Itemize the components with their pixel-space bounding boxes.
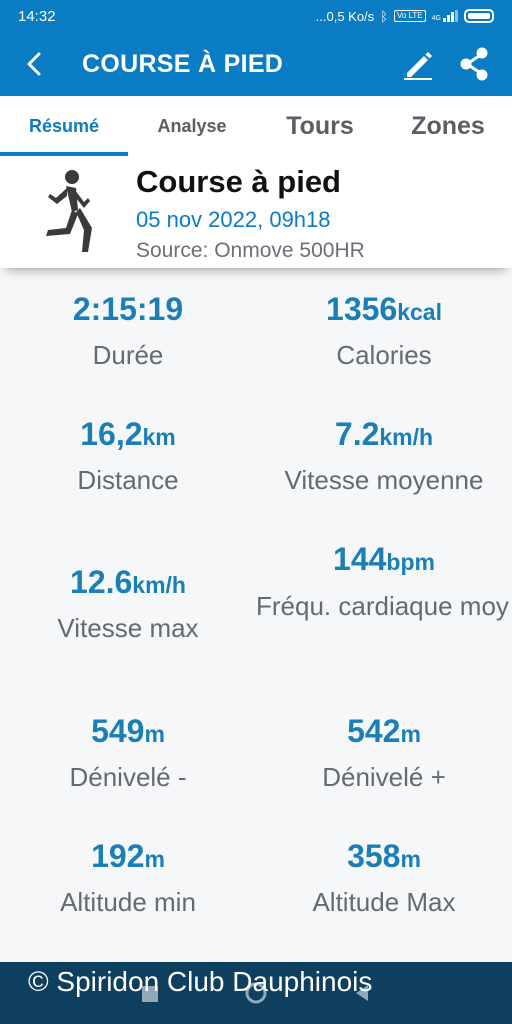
network-speed: ...0,5 Ko/s xyxy=(315,8,375,24)
activity-source: Source: Onmove 500HR xyxy=(136,239,365,262)
stat-unit: m xyxy=(144,846,165,872)
activity-date: 05 nov 2022, 09h18 xyxy=(136,207,331,232)
stat-label: Dénivelé - xyxy=(69,762,187,793)
activity-title: Course à pied xyxy=(136,164,341,199)
stat-label: Vitesse moyenne xyxy=(284,465,484,496)
stat-label: Dénivelé + xyxy=(322,762,446,793)
status-bar: 14:32 ...0,5 Ko/s ᛒ Vo LTE 4G xyxy=(0,0,512,32)
stat-value: 144 xyxy=(333,541,387,577)
tab-zones[interactable]: Zones xyxy=(384,96,512,156)
stat-unit: km xyxy=(142,424,176,450)
stat-value: 2:15:19 xyxy=(72,291,184,327)
stat-value: 192 xyxy=(91,838,145,874)
stat-max-speed: 12.6km/h Vitesse max xyxy=(0,563,256,652)
stat-distance: 16,2km Distance xyxy=(0,415,256,504)
stat-value: 16,2 xyxy=(80,416,143,452)
stat-unit: km/h xyxy=(379,424,434,450)
stat-unit: m xyxy=(400,721,421,747)
back-button[interactable] xyxy=(14,32,54,96)
stat-descent: 549m Dénivelé - xyxy=(0,712,256,801)
app-bar: COURSE À PIED xyxy=(0,32,512,96)
stat-value: 542 xyxy=(347,713,401,749)
stat-label: Altitude min xyxy=(60,887,196,918)
stat-duration: 2:15:19 Durée xyxy=(0,290,256,379)
stat-label: Fréqu. cardiaque moy xyxy=(256,591,509,622)
stat-unit: kcal xyxy=(397,299,442,325)
status-icons: ...0,5 Ko/s ᛒ Vo LTE 4G xyxy=(316,9,494,24)
activity-header: Course à pied 05 nov 2022, 09h18 Source:… xyxy=(0,156,512,268)
lte-label: 4G xyxy=(431,15,441,22)
stat-label: Calories xyxy=(336,340,432,371)
bluetooth-icon: ᛒ xyxy=(380,8,388,24)
stat-unit: km/h xyxy=(132,572,186,598)
chevron-left-icon xyxy=(27,52,41,76)
status-time: 14:32 xyxy=(18,7,56,25)
stat-avg-heart-rate: 144bpm Fréqu. cardiaque moy xyxy=(256,540,512,630)
battery-icon xyxy=(464,9,494,23)
nav-recent-icon[interactable] xyxy=(140,982,160,1004)
tab-bar: Résumé Analyse Tours Zones xyxy=(0,96,512,156)
share-icon xyxy=(460,47,488,81)
nav-home-icon[interactable] xyxy=(245,982,267,1004)
stat-unit: m xyxy=(144,721,165,747)
share-button[interactable] xyxy=(446,32,502,96)
watermark-text: © Spiridon Club Dauphinois xyxy=(28,966,373,997)
page-title: COURSE À PIED xyxy=(82,49,284,78)
stat-value: 7.2 xyxy=(334,416,380,452)
runner-icon xyxy=(46,170,92,252)
stat-altitude-min: 192m Altitude min xyxy=(0,837,256,926)
stat-calories: 1356kcal Calories xyxy=(256,290,512,379)
signal-icon: 4G xyxy=(432,10,458,22)
stat-unit: bpm xyxy=(386,549,435,575)
stat-value: 358 xyxy=(347,838,401,874)
stat-value: 1356 xyxy=(326,291,398,327)
stat-ascent: 542m Dénivelé + xyxy=(256,712,512,801)
stat-altitude-max: 358m Altitude Max xyxy=(256,837,512,926)
tab-resume[interactable]: Résumé xyxy=(0,96,128,156)
stat-label: Vitesse max xyxy=(57,613,199,644)
tab-analyse[interactable]: Analyse xyxy=(128,96,256,156)
stat-label: Durée xyxy=(92,340,164,371)
stat-avg-speed: 7.2km/h Vitesse moyenne xyxy=(256,415,512,504)
pencil-icon xyxy=(404,52,432,80)
stat-value: 12.6 xyxy=(70,564,133,600)
stat-value: 549 xyxy=(91,713,145,749)
nav-back-icon[interactable] xyxy=(352,982,370,1004)
stat-unit: m xyxy=(400,846,421,872)
stat-label: Distance xyxy=(77,465,179,496)
tab-tours[interactable]: Tours xyxy=(256,96,384,156)
volte-badge: Vo LTE xyxy=(394,10,426,22)
edit-button[interactable] xyxy=(390,32,446,96)
stat-label: Altitude Max xyxy=(312,887,456,918)
